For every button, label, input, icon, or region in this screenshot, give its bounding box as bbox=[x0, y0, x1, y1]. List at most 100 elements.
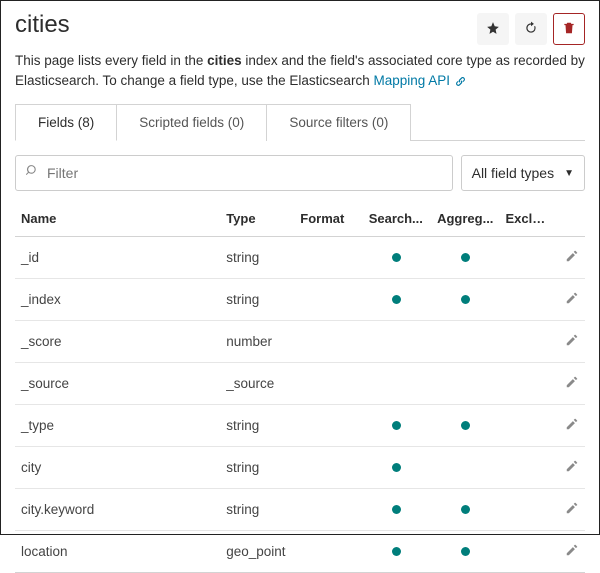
field-name: _index bbox=[15, 279, 220, 321]
field-type: _source bbox=[220, 363, 294, 405]
field-type: string bbox=[220, 237, 294, 279]
edit-button[interactable] bbox=[565, 501, 579, 518]
field-excluded bbox=[499, 447, 556, 489]
field-aggregatable bbox=[431, 531, 499, 573]
dot-icon bbox=[392, 295, 401, 304]
page-title: cities bbox=[15, 11, 70, 39]
header-actions bbox=[477, 13, 585, 45]
field-searchable bbox=[363, 405, 431, 447]
field-name: location bbox=[15, 531, 220, 573]
field-aggregatable bbox=[431, 489, 499, 531]
col-format[interactable]: Format bbox=[294, 203, 362, 237]
field-excluded bbox=[499, 363, 556, 405]
field-excluded bbox=[499, 489, 556, 531]
col-type[interactable]: Type bbox=[220, 203, 294, 237]
field-type: string bbox=[220, 405, 294, 447]
mapping-api-link[interactable]: Mapping API bbox=[373, 73, 450, 88]
col-searchable[interactable]: Search... bbox=[363, 203, 431, 237]
field-aggregatable bbox=[431, 237, 499, 279]
edit-button[interactable] bbox=[565, 375, 579, 392]
edit-button[interactable] bbox=[565, 459, 579, 476]
filter-input-wrap bbox=[15, 155, 453, 191]
field-type-select-label: All field types bbox=[472, 165, 554, 181]
table-row: _source_source bbox=[15, 363, 585, 405]
field-type: string bbox=[220, 447, 294, 489]
field-aggregatable bbox=[431, 447, 499, 489]
field-searchable bbox=[363, 363, 431, 405]
field-searchable bbox=[363, 531, 431, 573]
field-searchable bbox=[363, 447, 431, 489]
field-excluded bbox=[499, 405, 556, 447]
field-type-select[interactable]: All field types ▼ bbox=[461, 155, 585, 191]
edit-button[interactable] bbox=[565, 249, 579, 266]
fields-table: Name Type Format Search... Aggreg... Exc… bbox=[15, 203, 585, 573]
field-name: _type bbox=[15, 405, 220, 447]
refresh-icon bbox=[524, 21, 538, 38]
dot-icon bbox=[461, 505, 470, 514]
field-aggregatable bbox=[431, 321, 499, 363]
field-format bbox=[294, 489, 362, 531]
pencil-icon bbox=[565, 501, 579, 518]
field-format bbox=[294, 363, 362, 405]
dot-icon bbox=[392, 547, 401, 556]
filter-input[interactable] bbox=[47, 165, 442, 181]
field-excluded bbox=[499, 279, 556, 321]
set-default-button[interactable] bbox=[477, 13, 509, 45]
edit-button[interactable] bbox=[565, 543, 579, 560]
field-aggregatable bbox=[431, 405, 499, 447]
dot-icon bbox=[392, 505, 401, 514]
chevron-down-icon: ▼ bbox=[564, 168, 574, 179]
table-row: _scorenumber bbox=[15, 321, 585, 363]
edit-button[interactable] bbox=[565, 417, 579, 434]
tab-scripted-fields[interactable]: Scripted fields (0) bbox=[117, 104, 267, 141]
field-name: _score bbox=[15, 321, 220, 363]
field-name: _id bbox=[15, 237, 220, 279]
edit-button[interactable] bbox=[565, 291, 579, 308]
col-aggregatable[interactable]: Aggreg... bbox=[431, 203, 499, 237]
field-format bbox=[294, 531, 362, 573]
dot-icon bbox=[461, 547, 470, 556]
field-aggregatable bbox=[431, 363, 499, 405]
field-searchable bbox=[363, 489, 431, 531]
pencil-icon bbox=[565, 543, 579, 560]
table-row: citystring bbox=[15, 447, 585, 489]
desc-index-name: cities bbox=[207, 53, 242, 68]
dot-icon bbox=[392, 421, 401, 430]
star-icon bbox=[486, 21, 500, 38]
field-format bbox=[294, 279, 362, 321]
col-name[interactable]: Name bbox=[15, 203, 220, 237]
tab-fields[interactable]: Fields (8) bbox=[15, 104, 117, 141]
pencil-icon bbox=[565, 291, 579, 308]
field-format bbox=[294, 405, 362, 447]
dot-icon bbox=[392, 253, 401, 262]
edit-button[interactable] bbox=[565, 333, 579, 350]
col-excluded[interactable]: Exclud... bbox=[499, 203, 556, 237]
field-searchable bbox=[363, 279, 431, 321]
tab-source-filters[interactable]: Source filters (0) bbox=[267, 104, 411, 141]
desc-pre: This page lists every field in the bbox=[15, 53, 207, 68]
field-format bbox=[294, 447, 362, 489]
field-searchable bbox=[363, 321, 431, 363]
field-aggregatable bbox=[431, 279, 499, 321]
table-header-row: Name Type Format Search... Aggreg... Exc… bbox=[15, 203, 585, 237]
search-icon bbox=[26, 164, 47, 182]
field-excluded bbox=[499, 531, 556, 573]
field-format bbox=[294, 237, 362, 279]
field-type: string bbox=[220, 279, 294, 321]
field-excluded bbox=[499, 321, 556, 363]
table-row: _typestring bbox=[15, 405, 585, 447]
field-name: city.keyword bbox=[15, 489, 220, 531]
trash-icon bbox=[562, 21, 576, 38]
table-row: _indexstring bbox=[15, 279, 585, 321]
delete-button[interactable] bbox=[553, 13, 585, 45]
table-row: _idstring bbox=[15, 237, 585, 279]
tabs: Fields (8) Scripted fields (0) Source fi… bbox=[15, 104, 585, 141]
refresh-button[interactable] bbox=[515, 13, 547, 45]
pencil-icon bbox=[565, 249, 579, 266]
field-excluded bbox=[499, 237, 556, 279]
pencil-icon bbox=[565, 333, 579, 350]
pencil-icon bbox=[565, 417, 579, 434]
table-row: city.keywordstring bbox=[15, 489, 585, 531]
table-row: locationgeo_point bbox=[15, 531, 585, 573]
description-text: This page lists every field in the citie… bbox=[15, 51, 585, 90]
